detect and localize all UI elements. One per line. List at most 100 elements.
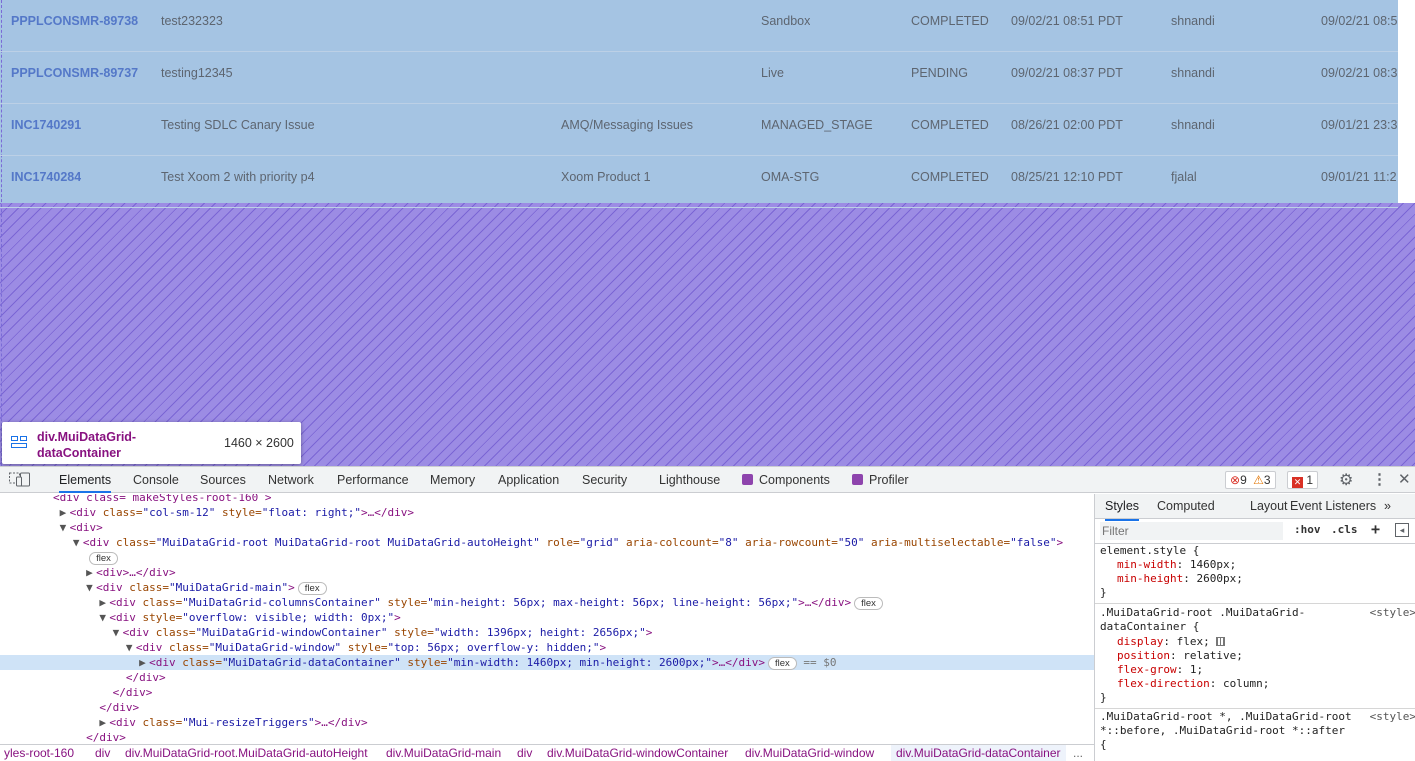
prop-name: position	[1117, 649, 1170, 662]
tab-memory[interactable]: Memory	[430, 467, 475, 493]
prop-name: min-width	[1117, 558, 1177, 571]
styles-tab-computed[interactable]: Computed	[1157, 494, 1215, 519]
dom-node-line[interactable]: ▶ <div>…</div>	[0, 565, 1094, 580]
breadcrumb-item[interactable]: div.MuiDataGrid-window	[745, 745, 874, 761]
table-row[interactable]: INC1740291 Testing SDLC Canary Issue AMQ/M…	[0, 104, 1398, 156]
breadcrumb-item[interactable]: div.MuiDataGrid-root.MuiDataGrid-autoHei…	[125, 745, 368, 761]
tab-sources[interactable]: Sources	[200, 467, 246, 493]
tab-components[interactable]: Components	[742, 467, 830, 493]
flex-badge[interactable]: flex	[89, 552, 118, 565]
status-cell: PENDING	[911, 66, 968, 80]
expand-triangle-icon[interactable]: ▶	[60, 505, 70, 520]
table-row[interactable]: PPPLCONSMR-89737 testing12345 Live PENDING 0…	[0, 52, 1398, 104]
tab-application[interactable]: Application	[498, 467, 559, 493]
flexbox-editor-icon[interactable]	[1216, 637, 1226, 646]
class-toggle[interactable]: .cls	[1331, 523, 1358, 536]
dom-node-line[interactable]: ▶ <div class="col-sm-12" style="float: ri…	[0, 505, 1094, 520]
tab-performance[interactable]: Performance	[337, 467, 409, 493]
styles-tab-event-listeners[interactable]: Event Listeners	[1290, 494, 1376, 519]
breadcrumb-item[interactable]: div.MuiDataGrid-main	[386, 745, 501, 761]
ticket-id-link[interactable]: INC1740284	[11, 156, 81, 208]
breadcrumb-item[interactable]: yles-root-160	[4, 745, 74, 761]
ticket-id-link[interactable]: PPPLCONSMR-89737	[11, 52, 138, 104]
table-row[interactable]: PPPLCONSMR-89738 test232323 Sandbox COMPLET…	[0, 0, 1398, 52]
breadcrumb-item[interactable]: div	[517, 745, 532, 761]
breadcrumb-item[interactable]: div.MuiDataGrid-windowContainer	[547, 745, 728, 761]
dom-node-line[interactable]: ▶ <div class="MuiDataGrid-columnsContaine…	[0, 595, 1094, 610]
tab-lighthouse[interactable]: Lighthouse	[659, 467, 720, 493]
style-prop-flex-grow[interactable]: flex-grow: 1;	[1117, 663, 1203, 677]
dom-node-line[interactable]: ▼ <div class="MuiDataGrid-window" style="…	[0, 640, 1094, 655]
hover-state-toggle[interactable]: :hov	[1294, 523, 1321, 536]
style-prop-display[interactable]: display: flex;	[1117, 635, 1226, 649]
collapse-triangle-icon[interactable]: ▼	[86, 580, 96, 595]
tab-security[interactable]: Security	[582, 467, 627, 493]
flex-badge[interactable]: flex	[768, 657, 797, 670]
dom-node-line[interactable]: flex	[0, 550, 1094, 565]
style-prop-position[interactable]: position: relative;	[1117, 649, 1243, 663]
close-brace: }	[1100, 691, 1107, 704]
more-options-icon[interactable]: ⋮	[1372, 470, 1387, 488]
tab-elements[interactable]: Elements	[59, 467, 112, 493]
breadcrumb-item[interactable]: div.MuiDataGrid-dataContainer	[891, 745, 1066, 761]
dom-node-line[interactable]: ▶ <div class="Mui-resizeTriggers">…</div>	[0, 715, 1094, 730]
collapse-triangle-icon[interactable]: ▼	[99, 610, 109, 625]
styles-tab-styles[interactable]: Styles	[1105, 494, 1140, 521]
expand-triangle-icon[interactable]: ▶	[99, 715, 109, 730]
new-rule-icon[interactable]: +	[1371, 520, 1380, 538]
style-prop-min-width[interactable]: min-width: 1460px;	[1117, 558, 1236, 572]
dom-node-line[interactable]: </div>	[0, 730, 1094, 744]
environment-cell: Live	[761, 66, 784, 80]
expand-triangle-icon[interactable]: ▶	[86, 565, 96, 580]
collapse-triangle-icon[interactable]: ▼	[113, 625, 123, 640]
tab-label: Application	[498, 473, 560, 487]
tab-network[interactable]: Network	[268, 467, 314, 493]
dom-node-line[interactable]: </div>	[0, 685, 1094, 700]
status-cell: COMPLETED	[911, 14, 989, 28]
expand-triangle-icon[interactable]: ▶	[99, 595, 109, 610]
dom-node-line[interactable]: </div>	[0, 670, 1094, 685]
close-devtools-icon[interactable]: ✕	[1398, 470, 1411, 488]
owner-cell: shnandi	[1171, 118, 1215, 132]
elements-tree[interactable]: <div class= makeStyles-root-160 > ▶ <div …	[0, 494, 1094, 744]
console-counts[interactable]: ⊗9 ⚠3	[1225, 471, 1276, 489]
toggle-sidebar-icon[interactable]: ◂	[1395, 523, 1409, 537]
rule-source-link[interactable]: <style>	[1370, 606, 1415, 620]
styles-tab-more[interactable]: »	[1384, 494, 1391, 519]
settings-gear-icon[interactable]: ⚙	[1339, 470, 1353, 490]
tab-profiler[interactable]: Profiler	[852, 467, 909, 493]
tab-console[interactable]: Console	[133, 467, 179, 493]
inspect-tooltip: div.MuiDataGrid-dataContainer 1460 × 260…	[2, 422, 301, 464]
title-cell: Testing SDLC Canary Issue	[161, 118, 315, 132]
ticket-id-link[interactable]: INC1740291	[11, 104, 81, 156]
table-row[interactable]: INC1740284 Test Xoom 2 with priority p4 Xo…	[0, 156, 1398, 208]
collapse-triangle-icon[interactable]: ▼	[73, 535, 83, 550]
rule-divider	[1095, 603, 1415, 604]
dom-node-line[interactable]: ▼ <div>	[0, 520, 1094, 535]
style-prop-min-height[interactable]: min-height: 2600px;	[1117, 572, 1243, 586]
selected-dom-node[interactable]: ▶ <div class="MuiDataGrid-dataContainer" …	[0, 655, 1094, 670]
breadcrumb-more[interactable]: ...	[1073, 745, 1083, 761]
flex-badge[interactable]: flex	[297, 582, 327, 595]
dom-node-line[interactable]: ▼ <div class="MuiDataGrid-windowContainer…	[0, 625, 1094, 640]
ticket-id-link[interactable]: PPPLCONSMR-89738	[11, 0, 138, 52]
collapse-triangle-icon[interactable]: ▼	[126, 640, 136, 655]
rule-source-link[interactable]: <style>	[1370, 710, 1415, 724]
dom-node-line[interactable]: ▼ <div class="MuiDataGrid-main"> flex	[0, 580, 1094, 595]
dom-node-line[interactable]: ▼ <div style="overflow: visible; width: 0…	[0, 610, 1094, 625]
flex-badge[interactable]: flex	[854, 597, 883, 610]
device-toolbar-icon[interactable]	[15, 471, 31, 488]
styles-tab-layout[interactable]: Layout	[1250, 494, 1288, 519]
expand-triangle-icon[interactable]: ▶	[139, 655, 149, 670]
style-prop-flex-direction[interactable]: flex-direction: column;	[1117, 677, 1269, 691]
collapse-triangle-icon[interactable]: ▼	[60, 520, 70, 535]
dom-node-line[interactable]: <div class= makeStyles-root-160 >	[0, 494, 1094, 505]
styles-filter-input[interactable]	[1100, 522, 1283, 540]
dom-node-line[interactable]: ▼ <div class="MuiDataGrid-root MuiDataGri…	[0, 535, 1094, 550]
breadcrumb-item[interactable]: div	[95, 745, 110, 761]
issues-counter[interactable]: ✕ 1	[1287, 471, 1319, 489]
tab-label: Network	[268, 473, 314, 487]
dom-node-line[interactable]: </div>	[0, 700, 1094, 715]
dom-node-markup: <div class="Mui-resizeTriggers">…</div>	[109, 716, 368, 729]
dom-node-markup: <div class="MuiDataGrid-main">	[96, 581, 295, 594]
